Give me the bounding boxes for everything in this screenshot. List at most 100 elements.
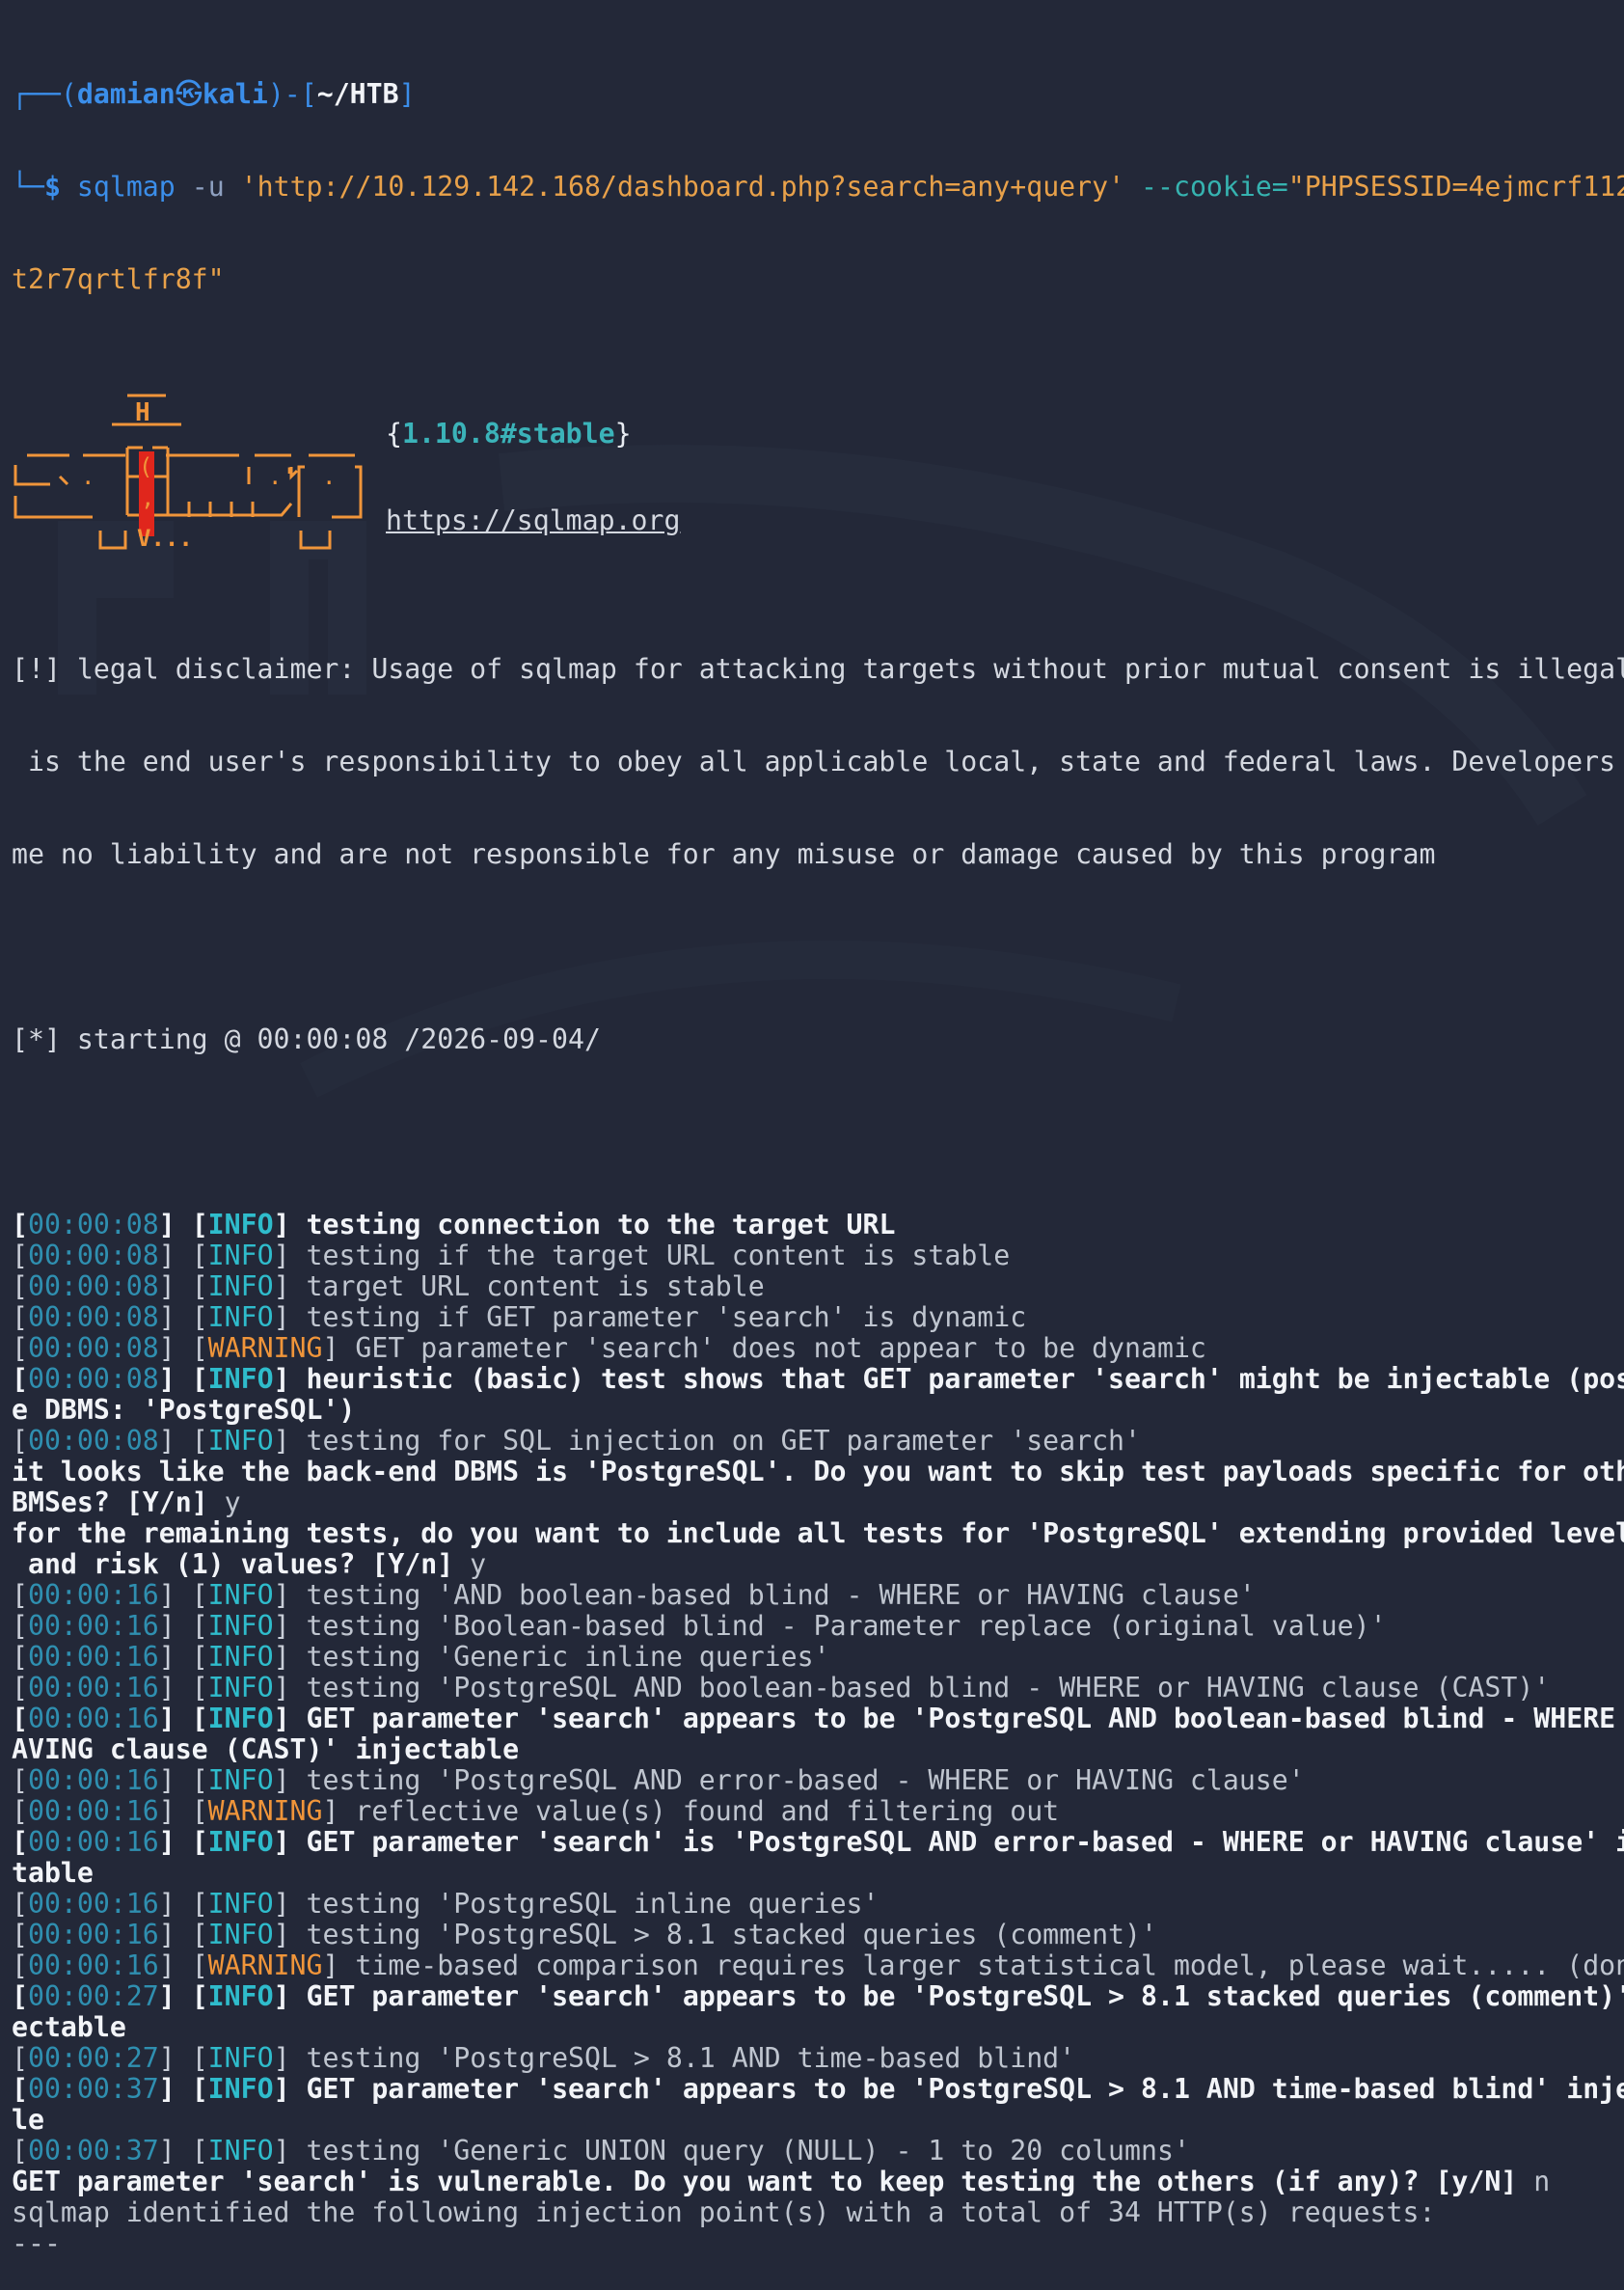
log-message-cont: le <box>12 2104 44 2136</box>
log-message: testing 'PostgreSQL AND boolean-based bl… <box>289 1672 1551 1704</box>
log-message: time-based comparison requires larger st… <box>338 1949 1624 1981</box>
log-message: heuristic (basic) test shows that GET pa… <box>289 1363 1624 1395</box>
log-message: testing 'PostgreSQL > 8.1 AND time-based… <box>289 2042 1076 2074</box>
log-message: testing 'Generic inline queries' <box>289 1641 830 1673</box>
log-message: GET parameter 'search' appears to be 'Po… <box>289 1980 1624 2012</box>
log-timestamp: 00:00:16 <box>27 1795 159 1827</box>
log-message: testing if the target URL content is sta… <box>289 1240 1011 1271</box>
prompt-question: it looks like the back-end DBMS is 'Post… <box>12 1457 1624 1487</box>
log-timestamp: 00:00:16 <box>27 1949 159 1981</box>
sqlmap-banner: H ( , . .' . V... {1.10.8#stable} https:… <box>12 388 1612 561</box>
prompt-line-1: ┌──(damian㉿kali)-[~/HTB] <box>12 78 416 110</box>
log-timestamp: 00:00:16 <box>27 1826 159 1858</box>
log-level-info: INFO <box>207 1425 274 1457</box>
log-timestamp: 00:00:16 <box>27 1641 159 1673</box>
log-message: GET parameter 'search' appears to be 'Po… <box>289 2073 1624 2105</box>
svg-text:,: , <box>141 484 154 511</box>
prompt-host: kali <box>202 78 268 110</box>
command-flag-cookie: --cookie= <box>1141 171 1288 203</box>
prompt-cwd: ~/HTB <box>316 78 399 110</box>
output-line: --- <box>12 2228 1612 2259</box>
version-text: 1.10.8#stable <box>401 418 615 450</box>
log-level-info: INFO <box>207 1209 274 1240</box>
log-line: [00:00:08] [INFO] testing for SQL inject… <box>12 1425 1142 1457</box>
log-line: [00:00:16] [INFO] testing 'PostgreSQL AN… <box>12 1672 1551 1704</box>
command-cookie-value-cont: t2r7qrtlfr8f" <box>12 263 225 295</box>
command-line[interactable]: └─$ sqlmap -u 'http://10.129.142.168/das… <box>12 171 1624 203</box>
log-message-cont: e DBMS: 'PostgreSQL') <box>12 1394 356 1426</box>
prompt-question: GET parameter 'search' is vulnerable. Do… <box>12 2167 1612 2197</box>
sqlmap-logo: H ( , . .' . V... <box>14 394 363 552</box>
log-level-info: INFO <box>207 1980 274 2012</box>
log-line: [00:00:08] [INFO] testing if GET paramet… <box>12 1301 1027 1333</box>
log-line: [00:00:37] [INFO] testing 'Generic UNION… <box>12 2135 1190 2167</box>
log-timestamp: 00:00:08 <box>27 1301 159 1333</box>
sqlmap-version: {1.10.8#stable} <box>386 418 632 450</box>
command-line-wrap: t2r7qrtlfr8f" <box>12 264 1612 295</box>
log-level-warning: WARNING <box>207 1795 323 1827</box>
log-timestamp: 00:00:08 <box>27 1363 159 1395</box>
output-text: sqlmap identified the following injectio… <box>12 2196 1436 2228</box>
prompt-user: damian <box>76 78 176 110</box>
log-timestamp: 00:00:27 <box>27 1980 159 2012</box>
log-level-info: INFO <box>207 1240 274 1271</box>
question-text: BMSes? [Y/n] <box>12 1486 208 1518</box>
svg-text:.: . <box>81 463 95 490</box>
log-output: [00:00:08] [INFO] testing connection to … <box>12 1209 1624 2259</box>
log-line: [00:00:08] [INFO] testing if the target … <box>12 1240 1011 1271</box>
log-timestamp: 00:00:16 <box>27 1703 159 1734</box>
log-line: [00:00:16] [INFO] testing 'Generic inlin… <box>12 1641 830 1673</box>
command-target-url: 'http://10.129.142.168/dashboard.php?sea… <box>240 171 1125 203</box>
log-level-info: INFO <box>207 1764 274 1796</box>
log-line: [00:00:27] [INFO] testing 'PostgreSQL > … <box>12 2042 1076 2074</box>
log-level-info: INFO <box>207 2042 274 2074</box>
log-message: testing 'Generic UNION query (NULL) - 1 … <box>289 2135 1190 2167</box>
question-text: it looks like the back-end DBMS is 'Post… <box>12 1456 1624 1487</box>
question-answer: n <box>1517 2166 1551 2197</box>
log-line: [00:00:16] [INFO] testing 'Boolean-based… <box>12 1610 1387 1642</box>
log-message: testing for SQL injection on GET paramet… <box>289 1425 1142 1457</box>
log-line: [00:00:08] [INFO] testing connection to … <box>12 1209 896 1240</box>
log-message: testing 'PostgreSQL > 8.1 stacked querie… <box>289 1919 1157 1950</box>
log-timestamp: 00:00:08 <box>27 1332 159 1364</box>
sqlmap-url-text[interactable]: https://sqlmap.org <box>386 504 680 536</box>
log-line-wrap: table <box>12 1858 1612 1889</box>
log-line: [00:00:16] [INFO] testing 'PostgreSQL in… <box>12 1888 880 1920</box>
log-line-wrap: ectable <box>12 2012 1612 2043</box>
logo-letter-h: H <box>135 398 150 427</box>
log-level-info: INFO <box>207 1888 274 1920</box>
sqlmap-url-link[interactable]: https://sqlmap.org <box>386 505 680 536</box>
log-timestamp: 00:00:37 <box>27 2073 159 2105</box>
log-level-info: INFO <box>207 2135 274 2167</box>
log-message: GET parameter 'search' appears to be 'Po… <box>289 1703 1624 1734</box>
log-level-info: INFO <box>207 2073 274 2105</box>
disclaimer-line-1: [!] legal disclaimer: Usage of sqlmap fo… <box>12 653 1624 685</box>
prompt-at-icon: ㉿ <box>175 78 203 110</box>
disclaimer-line-2: is the end user's responsibility to obey… <box>12 746 1624 777</box>
log-level-warning: WARNING <box>207 1332 323 1364</box>
starting-line: [*] starting @ 00:00:08 /2026-09-04/ <box>12 1023 601 1055</box>
output-line: sqlmap identified the following injectio… <box>12 2197 1612 2228</box>
log-message-cont: table <box>12 1857 94 1889</box>
log-timestamp: 00:00:16 <box>27 1610 159 1642</box>
log-line-wrap: e DBMS: 'PostgreSQL') <box>12 1395 1612 1426</box>
log-level-info: INFO <box>207 1270 274 1302</box>
log-line: [00:00:08] [WARNING] GET parameter 'sear… <box>12 1332 1206 1364</box>
log-message: GET parameter 'search' does not appear t… <box>338 1332 1206 1364</box>
log-line: [00:00:16] [INFO] testing 'PostgreSQL > … <box>12 1919 1157 1950</box>
log-timestamp: 00:00:08 <box>27 1425 159 1457</box>
output-text: --- <box>12 2227 61 2259</box>
log-level-info: INFO <box>207 1703 274 1734</box>
log-line-wrap: le <box>12 2105 1612 2136</box>
log-line: [00:00:08] [INFO] target URL content is … <box>12 1270 765 1302</box>
terminal[interactable]: ┌──(damian㉿kali)-[~/HTB] └─$ sqlmap -u '… <box>12 17 1624 2290</box>
log-line: [00:00:16] [INFO] testing 'AND boolean-b… <box>12 1579 1256 1611</box>
log-level-info: INFO <box>207 1826 274 1858</box>
log-level-info: INFO <box>207 1301 274 1333</box>
log-timestamp: 00:00:08 <box>27 1270 159 1302</box>
logo-v-text: V... <box>137 525 193 552</box>
log-timestamp: 00:00:16 <box>27 1888 159 1920</box>
log-message: GET parameter 'search' is 'PostgreSQL AN… <box>289 1826 1624 1858</box>
log-timestamp: 00:00:08 <box>27 1209 159 1240</box>
log-message-cont: AVING clause (CAST)' injectable <box>12 1733 520 1765</box>
